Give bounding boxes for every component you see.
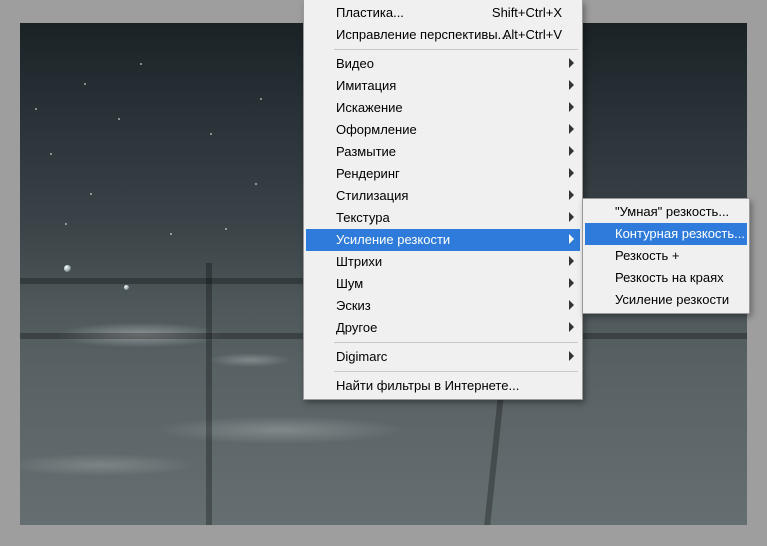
menu-item-label: Резкость на краях — [615, 270, 724, 285]
menu-item-label: Размытие — [336, 144, 396, 159]
menu-item-find-filters[interactable]: Найти фильтры в Интернете... — [306, 375, 580, 397]
rain-dot — [140, 63, 142, 65]
submenu-item-unsharp-mask[interactable]: Контурная резкость... — [585, 223, 747, 245]
menu-item-render[interactable]: Рендеринг — [306, 163, 580, 185]
filter-menu[interactable]: Пластика... Shift+Ctrl+X Исправление пер… — [303, 0, 583, 400]
submenu-arrow-icon — [569, 322, 574, 332]
menu-item-digimarc[interactable]: Digimarc — [306, 346, 580, 368]
menu-item-distort[interactable]: Искажение — [306, 97, 580, 119]
menu-separator — [334, 49, 578, 50]
menu-item-label: Стилизация — [336, 188, 408, 203]
menu-item-label: Другое — [336, 320, 377, 335]
rain-dot — [35, 108, 37, 110]
menu-item-liquify[interactable]: Пластика... Shift+Ctrl+X — [306, 2, 580, 24]
rain-dot — [260, 98, 262, 100]
menu-item-shortcut: Alt+Ctrl+V — [503, 24, 562, 46]
menu-item-label: Шум — [336, 276, 363, 291]
submenu-item-sharpen-edges[interactable]: Резкость на краях — [585, 267, 747, 289]
submenu-item-sharpen[interactable]: Усиление резкости — [585, 289, 747, 311]
menu-item-other[interactable]: Другое — [306, 317, 580, 339]
menu-separator — [334, 371, 578, 372]
rain-dot — [65, 223, 67, 225]
menu-item-pixelate[interactable]: Оформление — [306, 119, 580, 141]
menu-item-label: Пластика... — [336, 5, 404, 20]
submenu-arrow-icon — [569, 168, 574, 178]
submenu-arrow-icon — [569, 234, 574, 244]
rain-dot — [90, 193, 92, 195]
rain-dot — [210, 133, 212, 135]
menu-item-label: Усиление резкости — [615, 292, 729, 307]
raindrop — [124, 285, 129, 290]
menu-item-label: Эскиз — [336, 298, 371, 313]
menu-item-sharpen[interactable]: Усиление резкости — [306, 229, 580, 251]
submenu-arrow-icon — [569, 102, 574, 112]
menu-item-label: Штрихи — [336, 254, 382, 269]
menu-item-vanishing-point[interactable]: Исправление перспективы... Alt+Ctrl+V — [306, 24, 580, 46]
menu-item-label: Видео — [336, 56, 374, 71]
menu-item-texture[interactable]: Текстура — [306, 207, 580, 229]
menu-item-artistic[interactable]: Имитация — [306, 75, 580, 97]
menu-item-noise[interactable]: Шум — [306, 273, 580, 295]
menu-item-stylize[interactable]: Стилизация — [306, 185, 580, 207]
menu-item-label: Контурная резкость... — [615, 226, 745, 241]
submenu-arrow-icon — [569, 190, 574, 200]
submenu-arrow-icon — [569, 256, 574, 266]
submenu-arrow-icon — [569, 300, 574, 310]
rain-dot — [118, 118, 120, 120]
menu-item-label: Исправление перспективы... — [336, 27, 508, 42]
menu-item-label: Резкость + — [615, 248, 680, 263]
rain-dot — [50, 153, 52, 155]
menu-item-blur[interactable]: Размытие — [306, 141, 580, 163]
menu-item-label: Найти фильтры в Интернете... — [336, 378, 519, 393]
menu-item-label: Имитация — [336, 78, 396, 93]
submenu-arrow-icon — [569, 351, 574, 361]
menu-item-shortcut: Shift+Ctrl+X — [492, 2, 562, 24]
menu-separator — [334, 342, 578, 343]
submenu-arrow-icon — [569, 146, 574, 156]
raindrop — [64, 265, 71, 272]
submenu-arrow-icon — [569, 212, 574, 222]
submenu-arrow-icon — [569, 80, 574, 90]
menu-item-video[interactable]: Видео — [306, 53, 580, 75]
menu-item-label: Рендеринг — [336, 166, 400, 181]
rain-dot — [84, 83, 86, 85]
submenu-arrow-icon — [569, 278, 574, 288]
submenu-arrow-icon — [569, 58, 574, 68]
menu-item-label: Усиление резкости — [336, 232, 450, 247]
sharpen-submenu[interactable]: "Умная" резкость... Контурная резкость..… — [582, 198, 750, 314]
submenu-item-sharpen-more[interactable]: Резкость + — [585, 245, 747, 267]
menu-item-label: Текстура — [336, 210, 390, 225]
rain-dot — [255, 183, 257, 185]
menu-item-label: Digimarc — [336, 349, 387, 364]
grid-line — [206, 263, 212, 525]
menu-item-label: "Умная" резкость... — [615, 204, 729, 219]
submenu-arrow-icon — [569, 124, 574, 134]
menu-item-sketch[interactable]: Эскиз — [306, 295, 580, 317]
submenu-item-smart-sharpen[interactable]: "Умная" резкость... — [585, 201, 747, 223]
rain-dot — [225, 228, 227, 230]
menu-item-brush-strokes[interactable]: Штрихи — [306, 251, 580, 273]
rain-dot — [170, 233, 172, 235]
menu-item-label: Искажение — [336, 100, 403, 115]
menu-item-label: Оформление — [336, 122, 417, 137]
